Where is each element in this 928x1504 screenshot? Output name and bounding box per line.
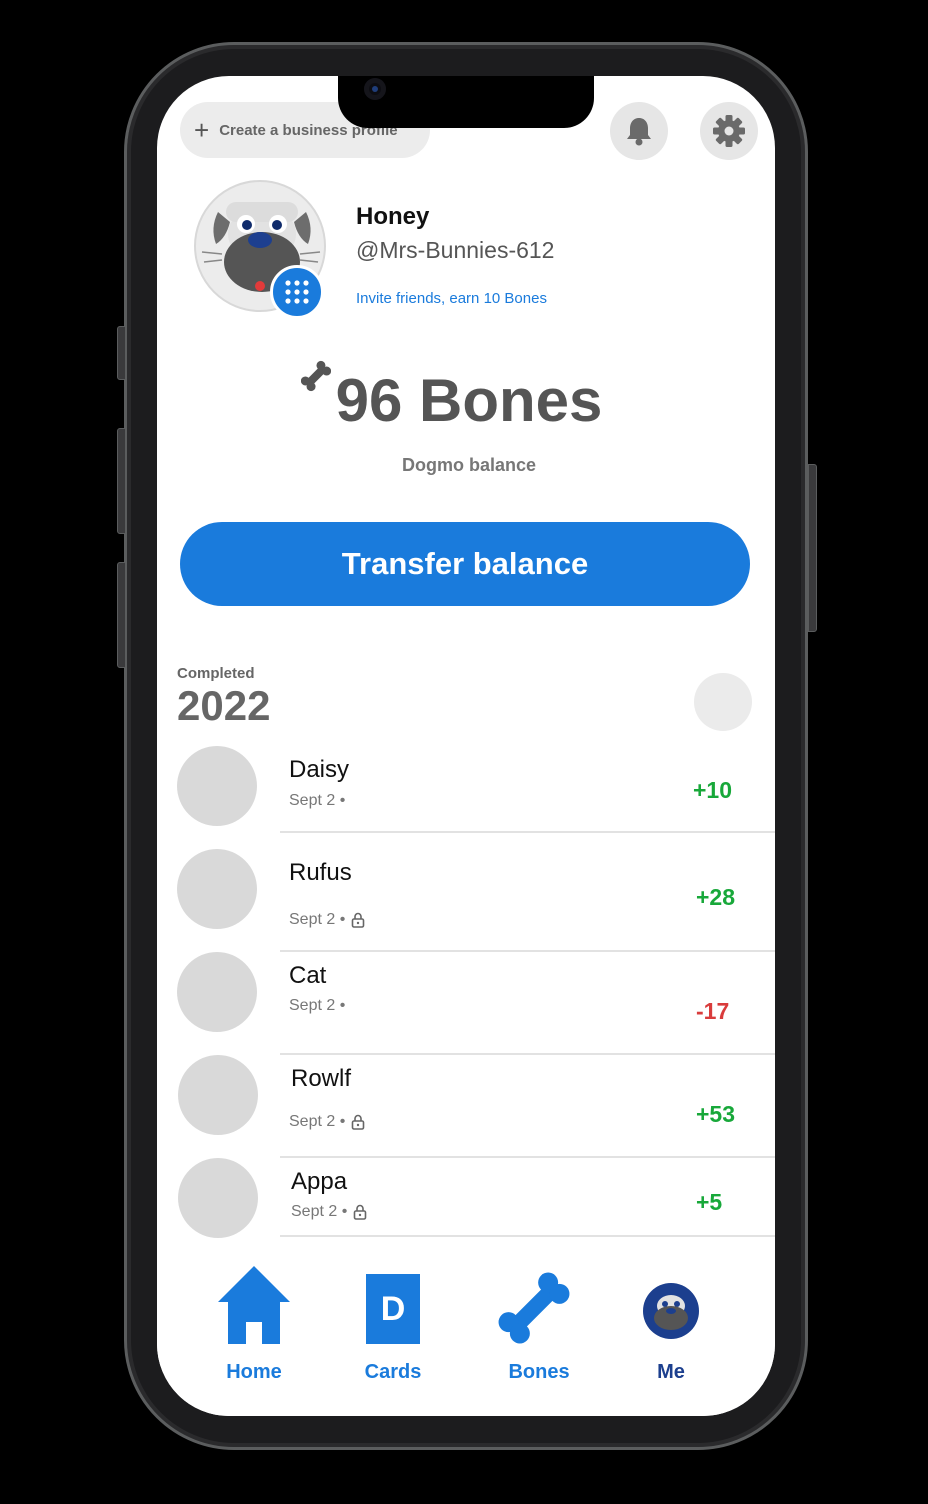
tab-cards-label: Cards [364,1361,422,1383]
filter-button[interactable] [694,673,752,731]
section-year: 2022 [177,682,271,729]
balance-label: Dogmo balance [401,455,537,475]
bell-icon [627,118,651,146]
bottom-tab-bar: Home D Cards Bones Me [157,1256,775,1416]
tab-home-label: Home [226,1361,282,1383]
qr-code-button[interactable] [270,265,324,319]
contact-avatar [178,1055,258,1135]
tab-bones-label: Bones [508,1361,570,1383]
card-icon: D [366,1274,420,1344]
transaction-row[interactable]: Rowlf Sept 2 • +53 [157,1055,775,1158]
mute-switch [117,326,126,380]
transaction-name: Appa [291,1168,348,1195]
plus-icon: + [194,115,210,145]
balance-amount: 96 Bones [335,367,603,434]
transaction-date-text: Sept 2 • [289,911,346,928]
transaction-amount: +53 [696,1101,736,1127]
bone-icon [498,1272,570,1344]
transaction-name: Rufus [289,859,352,886]
volume-down-button [117,562,126,668]
volume-up-button [117,428,126,534]
row-divider [280,1235,775,1237]
transaction-amount: +5 [696,1189,723,1215]
transaction-date-text: Sept 2 • [289,792,346,809]
lock-icon [352,1114,365,1130]
balance-display: 96 Bones [157,366,775,435]
profile-name: Honey [356,203,430,230]
transaction-date: Sept 2 • [289,792,345,810]
lock-icon [352,912,365,928]
section-label: Completed [177,665,255,682]
gear-icon [713,115,745,147]
transaction-date-text: Sept 2 • [289,1113,346,1130]
contact-avatar [178,1158,258,1238]
transaction-name: Rowlf [291,1065,352,1092]
transaction-date-text: Sept 2 • [289,997,346,1014]
transaction-row[interactable]: Rufus Sept 2 • +28 [157,849,775,953]
row-divider [280,831,775,833]
power-button [808,464,817,632]
transaction-amount: +28 [696,884,736,910]
contact-avatar [177,849,257,929]
device-notch [338,76,594,128]
profile-handle: @Mrs-Bunnies-612 [356,237,555,263]
front-camera [364,78,386,100]
transaction-date: Sept 2 • [289,997,345,1015]
transaction-row[interactable]: Daisy Sept 2 • +10 [157,746,775,833]
transaction-date: Sept 2 • [289,911,365,929]
contact-avatar [177,952,257,1032]
avatar-icon [643,1283,699,1339]
qr-grid-icon [285,280,309,304]
svg-text:D: D [381,1290,406,1328]
tab-me-label: Me [657,1361,685,1383]
transaction-name: Cat [289,962,327,989]
invite-friends-link[interactable]: Invite friends, earn 10 Bones [356,290,547,307]
transaction-row[interactable]: Appa Sept 2 • +5 [157,1158,775,1238]
transfer-balance-button[interactable]: Transfer balance [180,522,750,606]
lock-icon [354,1204,367,1220]
transaction-name: Daisy [289,756,350,783]
transaction-row[interactable]: Cat Sept 2 • -17 [157,952,775,1055]
notifications-button[interactable] [610,102,668,160]
settings-button[interactable] [700,102,758,160]
home-icon [218,1266,290,1344]
transaction-amount: +10 [693,777,733,803]
transaction-date: Sept 2 • [291,1203,367,1221]
transaction-date-text: Sept 2 • [291,1203,348,1220]
app-screen: + Create a business profile Honey @Mrs-B… [157,76,775,1416]
contact-avatar [177,746,257,826]
transaction-date: Sept 2 • [289,1113,365,1131]
transaction-amount: -17 [696,998,730,1024]
